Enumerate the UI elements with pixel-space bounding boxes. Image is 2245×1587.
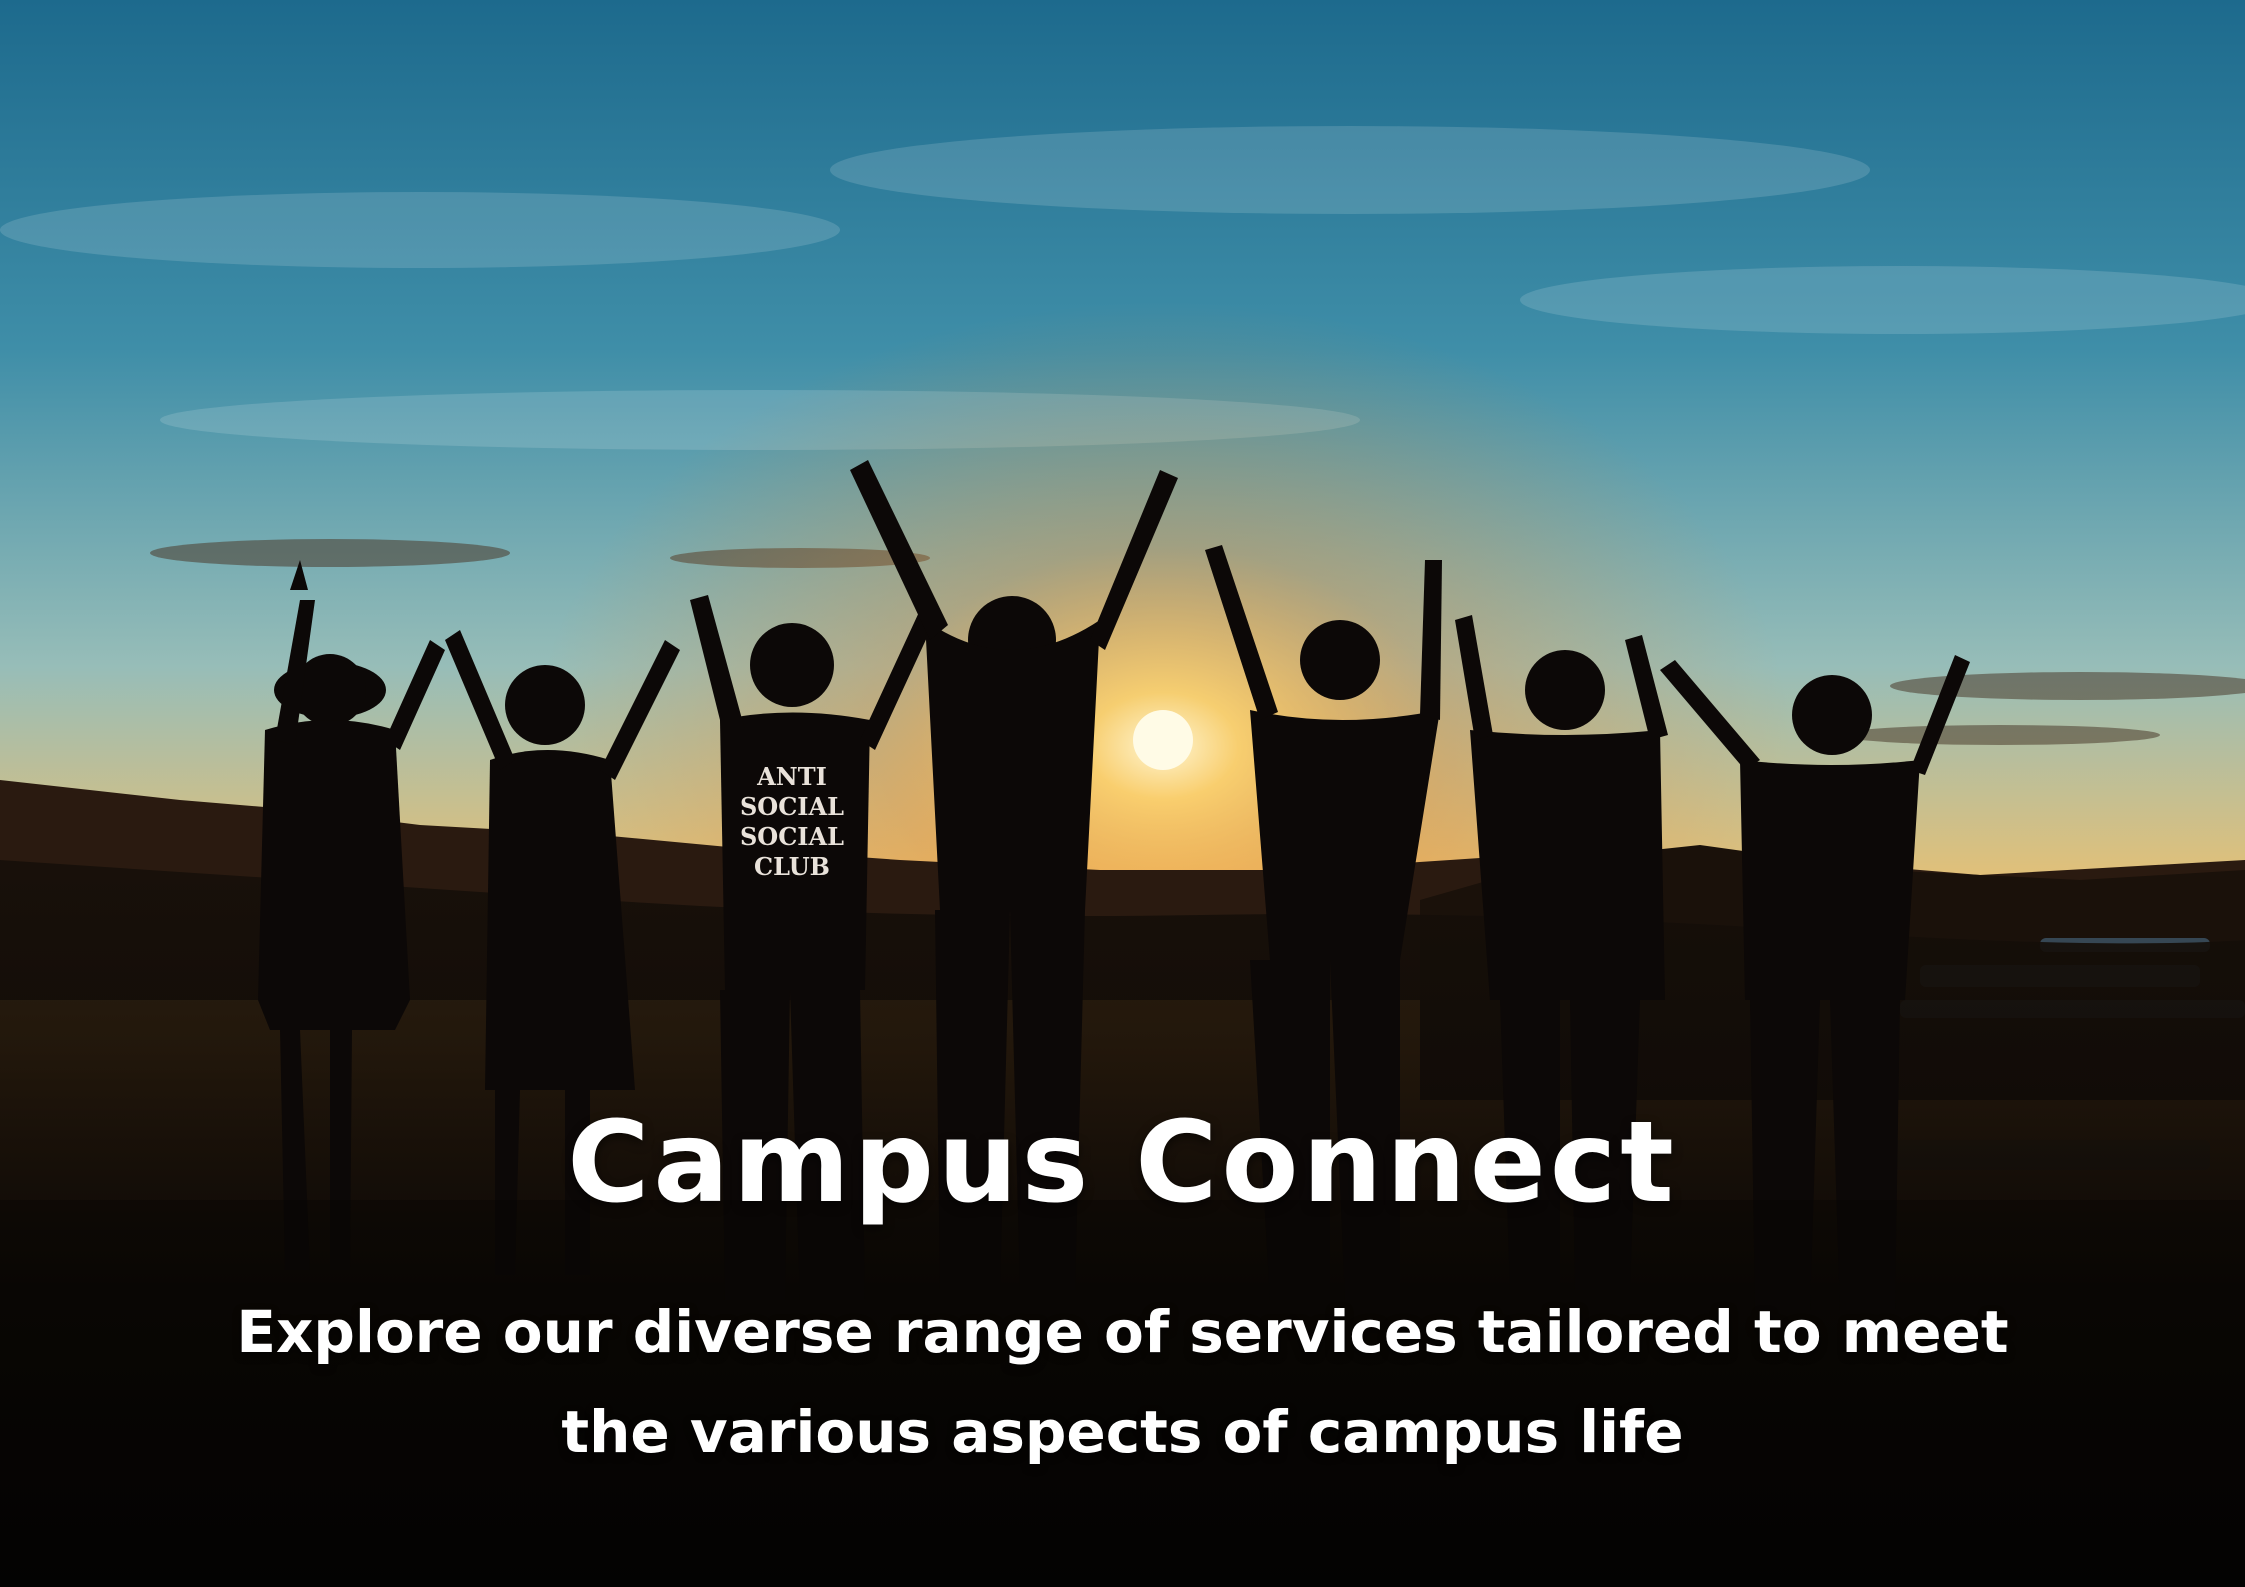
svg-text:SOCIAL: SOCIAL	[740, 792, 844, 821]
svg-text:SOCIAL: SOCIAL	[740, 822, 844, 851]
hero-banner: ANTI SOCIAL SOCIAL CLUB Campus Connect E…	[0, 0, 2245, 1587]
hero-subtitle: Explore our diverse range of services ta…	[0, 1282, 2245, 1482]
sun	[1133, 710, 1193, 770]
svg-text:ANTI: ANTI	[756, 762, 827, 791]
svg-text:CLUB: CLUB	[754, 852, 830, 881]
hero-subtitle-line-1: Explore our diverse range of services ta…	[236, 1298, 2009, 1366]
hero-title: Campus Connect	[567, 1098, 1678, 1228]
hero-subtitle-line-2: the various aspects of campus life	[561, 1398, 1684, 1466]
